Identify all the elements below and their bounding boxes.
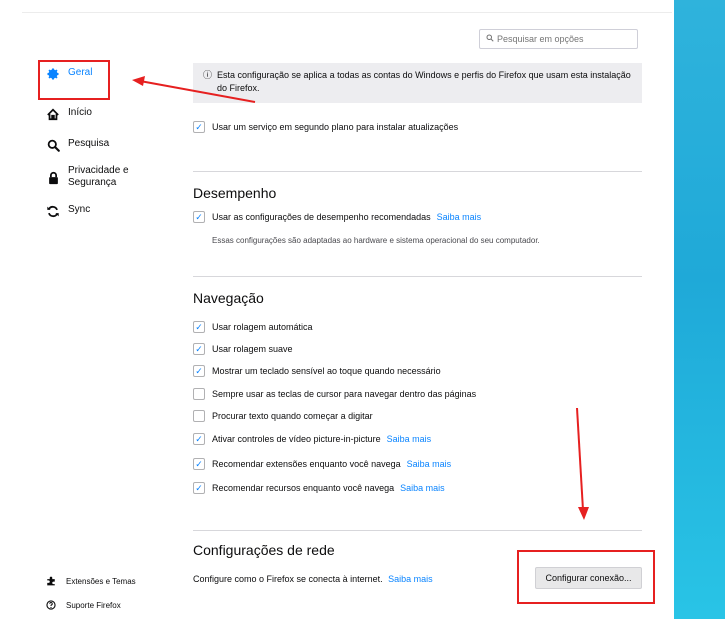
checkbox-checked[interactable]: ✓ xyxy=(193,343,205,355)
network-description: Configure como o Firefox se conecta à in… xyxy=(193,574,433,584)
extensions-themes-link[interactable]: Extensões e Temas xyxy=(44,576,136,586)
checkbox-unchecked[interactable] xyxy=(193,388,205,400)
nav-option-recommend-extensions[interactable]: ✓ Recomendar extensões enquanto você nav… xyxy=(193,458,451,470)
checkbox-checked[interactable]: ✓ xyxy=(193,321,205,333)
footer-label: Suporte Firefox xyxy=(66,600,121,610)
option-label: Usar rolagem suave xyxy=(212,344,293,354)
annotation-box-geral xyxy=(38,60,110,100)
option-label: Ativar controles de vídeo picture-in-pic… xyxy=(212,434,381,444)
learn-more-link[interactable]: Saiba mais xyxy=(400,483,445,493)
divider xyxy=(193,276,642,277)
nav-option-find-as-you-type[interactable]: Procurar texto quando começar a digitar xyxy=(193,410,373,422)
network-text: Configure como o Firefox se conecta à in… xyxy=(193,574,383,584)
nav-option-autoscroll[interactable]: ✓ Usar rolagem automática xyxy=(193,321,313,333)
section-heading-network: Configurações de rede xyxy=(193,542,335,558)
checkbox-unchecked[interactable] xyxy=(193,410,205,422)
option-label: Usar um serviço em segundo plano para in… xyxy=(212,122,459,132)
learn-more-link[interactable]: Saiba mais xyxy=(388,574,433,584)
performance-description: Essas configurações são adaptadas ao har… xyxy=(212,236,540,245)
sidebar-item-sync[interactable]: Sync xyxy=(44,204,90,218)
home-icon xyxy=(44,107,62,121)
nav-option-recommend-features[interactable]: ✓ Recomendar recursos enquanto você nave… xyxy=(193,482,445,494)
divider xyxy=(193,530,642,531)
lock-icon xyxy=(44,171,62,185)
option-label: Recomendar recursos enquanto você navega xyxy=(212,483,395,493)
recommended-performance-option[interactable]: ✓ Usar as configurações de desempenho re… xyxy=(193,211,481,223)
nav-option-pip[interactable]: ✓ Ativar controles de vídeo picture-in-p… xyxy=(193,433,431,445)
background-strip xyxy=(674,0,725,619)
sidebar-item-privacidade[interactable]: Privacidade e Segurança xyxy=(44,165,129,189)
sidebar-item-label: Início xyxy=(68,107,92,118)
learn-more-link[interactable]: Saiba mais xyxy=(407,459,452,469)
search-box[interactable] xyxy=(479,29,638,49)
annotation-box-button xyxy=(517,550,655,604)
checkbox-checked[interactable]: ✓ xyxy=(193,458,205,470)
footer-label: Extensões e Temas xyxy=(66,576,136,586)
info-banner: ⓘ Esta configuração se aplica a todas as… xyxy=(193,63,642,103)
learn-more-link[interactable]: Saiba mais xyxy=(387,434,432,444)
sidebar-item-label: Sync xyxy=(68,204,91,215)
option-label: Procurar texto quando começar a digitar xyxy=(212,411,373,421)
sidebar-item-inicio[interactable]: Início xyxy=(44,107,92,121)
divider xyxy=(193,171,642,172)
checkbox-checked[interactable]: ✓ xyxy=(193,365,205,377)
option-label: Usar rolagem automática xyxy=(212,322,313,332)
sync-icon xyxy=(44,204,62,218)
info-text: Esta configuração se aplica a todas as c… xyxy=(217,70,631,93)
checkbox-checked[interactable]: ✓ xyxy=(193,482,205,494)
option-label: Usar as configurações de desempenho reco… xyxy=(212,212,431,222)
nav-option-touch-keyboard[interactable]: ✓ Mostrar um teclado sensível ao toque q… xyxy=(193,365,441,377)
checkbox-checked[interactable]: ✓ xyxy=(193,211,205,223)
support-link[interactable]: Suporte Firefox xyxy=(44,600,121,610)
section-heading-navigation: Navegação xyxy=(193,290,264,306)
search-icon xyxy=(486,34,494,44)
puzzle-icon xyxy=(44,576,58,586)
search-input[interactable] xyxy=(497,34,627,44)
option-label: Recomendar extensões enquanto você naveg… xyxy=(212,459,401,469)
sidebar-item-label: Privacidade e Segurança xyxy=(68,165,129,188)
background-service-option[interactable]: ✓ Usar um serviço em segundo plano para … xyxy=(193,121,458,133)
checkbox-checked[interactable]: ✓ xyxy=(193,121,205,133)
info-icon: ⓘ xyxy=(203,70,213,80)
sidebar-item-label: Pesquisa xyxy=(68,138,110,149)
option-label: Sempre usar as teclas de cursor para nav… xyxy=(212,389,477,399)
nav-option-smoothscroll[interactable]: ✓ Usar rolagem suave xyxy=(193,343,293,355)
option-label: Mostrar um teclado sensível ao toque qua… xyxy=(212,366,441,376)
learn-more-link[interactable]: Saiba mais xyxy=(437,212,482,222)
checkbox-checked[interactable]: ✓ xyxy=(193,433,205,445)
help-icon xyxy=(44,600,58,610)
nav-option-caret-browsing[interactable]: Sempre usar as teclas de cursor para nav… xyxy=(193,388,476,400)
search-icon xyxy=(44,138,62,152)
section-heading-performance: Desempenho xyxy=(193,185,277,201)
sidebar-item-pesquisa[interactable]: Pesquisa xyxy=(44,138,109,152)
